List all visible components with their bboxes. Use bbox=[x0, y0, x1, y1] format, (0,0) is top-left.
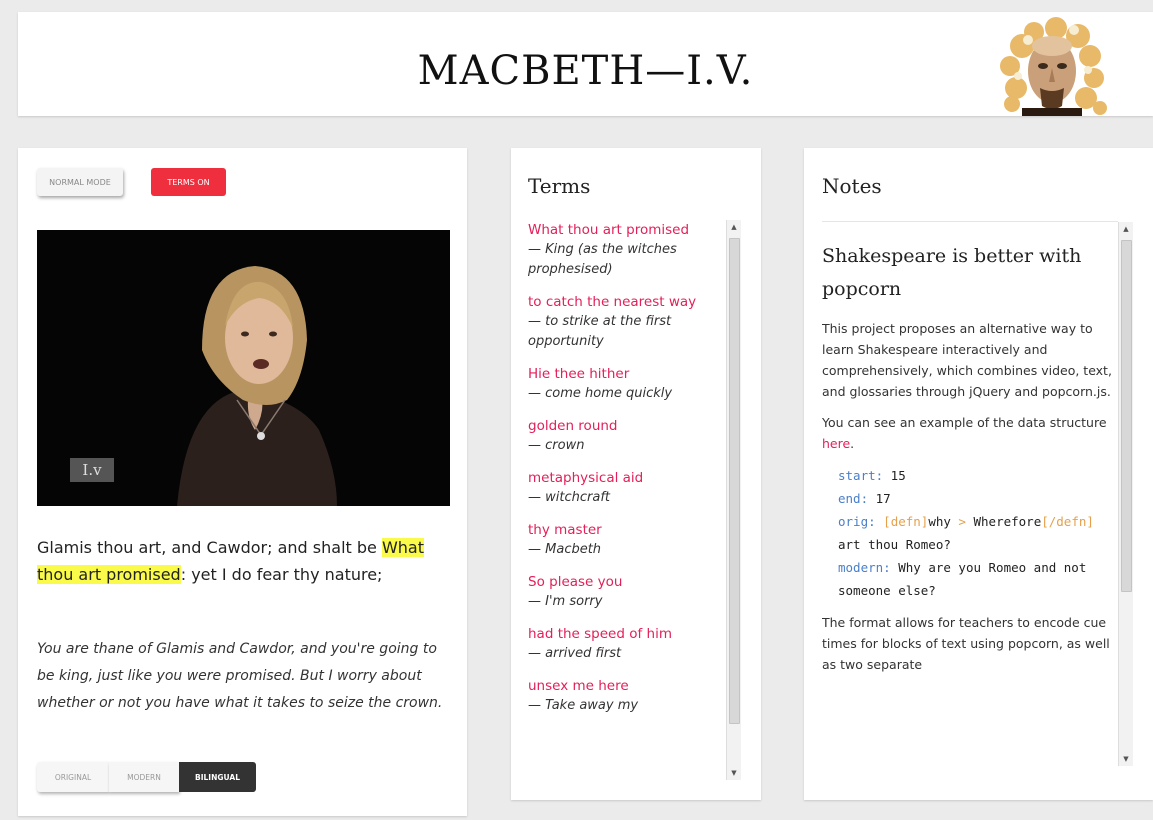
modern-text: You are thane of Glamis and Cawdor, and … bbox=[37, 641, 443, 711]
term-word: So please you bbox=[528, 574, 623, 590]
scroll-down-arrow-icon[interactable]: ▼ bbox=[1119, 752, 1133, 766]
term-definition: — Macbeth bbox=[528, 542, 602, 557]
notes-text: . bbox=[850, 436, 855, 451]
term-item[interactable]: golden round — crown bbox=[528, 416, 724, 456]
term-item[interactable]: to catch the nearest way — to strike at … bbox=[528, 292, 724, 352]
notes-body: Shakespeare is better with popcorn This … bbox=[822, 240, 1114, 766]
original-text-after: : yet I do fear thy nature; bbox=[180, 565, 383, 584]
modern-toggle-button[interactable]: Modern bbox=[109, 762, 179, 792]
code-key: modern: bbox=[838, 560, 891, 575]
term-item[interactable]: What thou art promised — King (as the wi… bbox=[528, 220, 724, 280]
term-definition: — arrived first bbox=[528, 646, 622, 661]
code-value: 17 bbox=[868, 491, 891, 506]
original-toggle-button[interactable]: Original bbox=[37, 762, 109, 792]
terms-on-button[interactable]: Terms on bbox=[151, 168, 226, 196]
code-value: why bbox=[928, 514, 951, 529]
video-scene-label: I.v bbox=[70, 458, 114, 482]
term-item[interactable]: Hie thee hither — come home quickly bbox=[528, 364, 724, 404]
term-item[interactable]: So please you — I'm sorry bbox=[528, 572, 724, 612]
term-word: unsex me here bbox=[528, 678, 629, 694]
notes-panel: Notes Shakespeare is better with popcorn… bbox=[804, 148, 1153, 800]
term-item[interactable]: unsex me here — Take away my bbox=[528, 676, 724, 716]
normal-mode-button[interactable]: Normal mode bbox=[37, 168, 123, 196]
term-word: golden round bbox=[528, 418, 618, 434]
term-definition: — witchcraft bbox=[528, 490, 610, 505]
term-word: Hie thee hither bbox=[528, 366, 630, 382]
term-item[interactable]: metaphysical aid — witchcraft bbox=[528, 468, 724, 508]
code-tag: [/defn] bbox=[1041, 514, 1094, 529]
term-item[interactable]: had the speed of him — arrived first bbox=[528, 624, 724, 664]
scroll-thumb[interactable] bbox=[1121, 240, 1132, 592]
term-item[interactable]: thy master — Macbeth bbox=[528, 520, 724, 560]
scroll-down-arrow-icon[interactable]: ▼ bbox=[727, 766, 741, 780]
term-word: What thou art promised bbox=[528, 222, 690, 238]
code-sample: start: 15 end: 17 orig: [defn]why > Wher… bbox=[838, 464, 1114, 602]
code-key: start: bbox=[838, 468, 884, 483]
code-value: Wherefore bbox=[973, 514, 1042, 529]
terms-panel: Terms What thou art promised — King (as … bbox=[511, 148, 761, 800]
video-player[interactable]: I.v bbox=[37, 230, 450, 506]
page-header: MACBETH—I.V. bbox=[18, 12, 1153, 116]
notes-title: Notes bbox=[822, 174, 882, 198]
code-value: art thou Romeo? bbox=[838, 537, 951, 552]
notes-paragraph: You can see an example of the data struc… bbox=[822, 412, 1114, 454]
term-word: had the speed of him bbox=[528, 626, 672, 642]
code-key: orig: bbox=[838, 514, 876, 529]
term-word: metaphysical aid bbox=[528, 470, 644, 486]
scroll-thumb[interactable] bbox=[729, 238, 740, 724]
term-definition: — crown bbox=[528, 438, 585, 453]
term-word: to catch the nearest way bbox=[528, 294, 697, 310]
notes-heading: Shakespeare is better with popcorn bbox=[822, 245, 1082, 300]
code-tag: [defn] bbox=[875, 514, 929, 529]
notes-divider bbox=[822, 221, 1118, 222]
data-structure-link[interactable]: here bbox=[822, 436, 850, 451]
term-definition: — I'm sorry bbox=[528, 594, 603, 609]
term-definition: — to strike at the first opportunity bbox=[528, 314, 672, 349]
notes-scrollbar[interactable]: ▲ ▼ bbox=[1118, 222, 1133, 766]
code-value: 15 bbox=[883, 468, 906, 483]
terms-scrollbar[interactable]: ▲ ▼ bbox=[726, 220, 741, 780]
term-definition: — King (as the witches prophesised) bbox=[528, 242, 677, 277]
term-definition: — come home quickly bbox=[528, 386, 673, 401]
notes-text: You can see an example of the data struc… bbox=[822, 415, 1107, 430]
notes-paragraph: This project proposes an alternative way… bbox=[822, 321, 1112, 399]
scroll-up-arrow-icon[interactable]: ▲ bbox=[1119, 222, 1133, 236]
notes-paragraph: The format allows for teachers to encode… bbox=[822, 615, 1110, 672]
terms-list: What thou art promised — King (as the wi… bbox=[528, 220, 724, 780]
scroll-up-arrow-icon[interactable]: ▲ bbox=[727, 220, 741, 234]
video-panel: Normal mode Terms on I.v Glamis thou art… bbox=[18, 148, 467, 816]
term-word: thy master bbox=[528, 522, 602, 538]
shakespeare-portrait bbox=[1000, 17, 1107, 116]
code-key: end: bbox=[838, 491, 869, 506]
original-text: Glamis thou art, and Cawdor; and shalt b… bbox=[37, 534, 437, 588]
term-definition: — Take away my bbox=[528, 698, 639, 713]
bilingual-toggle-button[interactable]: Bilingual bbox=[179, 762, 256, 792]
original-text-before: Glamis thou art, and Cawdor; and shalt b… bbox=[37, 538, 382, 557]
code-tag: > bbox=[950, 514, 966, 529]
terms-title: Terms bbox=[528, 174, 591, 198]
